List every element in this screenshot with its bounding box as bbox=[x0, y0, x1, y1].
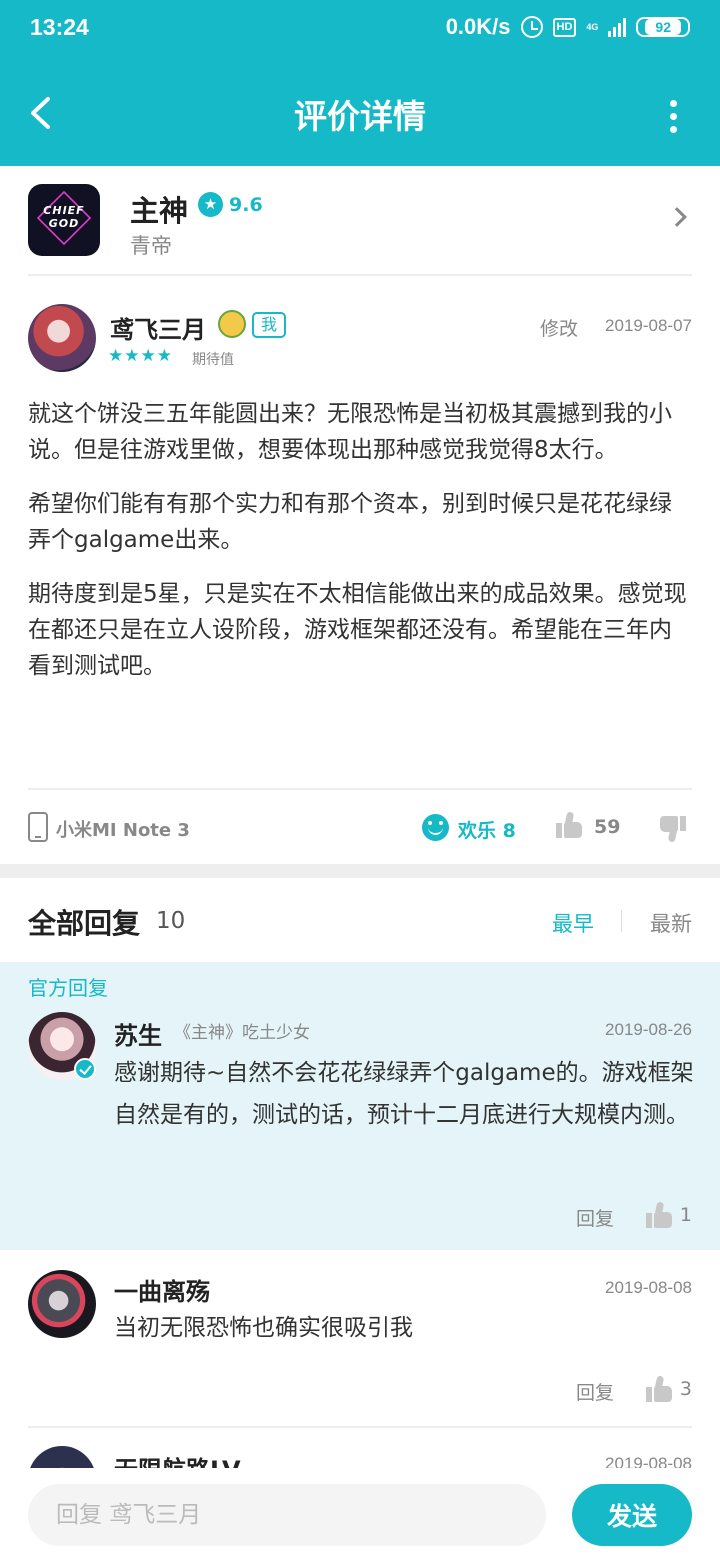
network-speed: 0.0K/s bbox=[445, 14, 511, 39]
reply-date: 2019-08-08 bbox=[605, 1278, 692, 1297]
replies-count: 10 bbox=[156, 908, 186, 934]
reply-button[interactable]: 回复 bbox=[576, 1204, 614, 1231]
signal-icon bbox=[608, 17, 627, 37]
game-logo: CHIEF GOD bbox=[28, 184, 100, 256]
section-divider bbox=[0, 864, 720, 878]
device-name: 小米MI Note 3 bbox=[56, 820, 190, 841]
official-reply: 官方回复 苏生 《主神》吃土少女 2019-08-26 感谢期待~自然不会花花绿… bbox=[0, 962, 720, 1250]
reply-date: 2019-08-26 bbox=[605, 1020, 692, 1039]
replies-title: 全部回复 bbox=[28, 907, 141, 940]
edit-button[interactable]: 修改 bbox=[540, 314, 578, 341]
rating-value: 9.6 bbox=[229, 193, 263, 216]
me-tag: 我 bbox=[252, 312, 287, 338]
fun-smile-icon[interactable] bbox=[422, 814, 449, 841]
reply-text: 当初无限恐怖也确实很吸引我 bbox=[114, 1315, 413, 1341]
review-paragraph: 就这个饼没三五年能圆出来？无限恐怖是当初极其震撼到我的小说。但是往游戏里做，想要… bbox=[28, 401, 672, 463]
reply-author-role: 《主神》吃土少女 bbox=[174, 1023, 310, 1043]
review-body: 就这个饼没三五年能圆出来？无限恐怖是当初极其震撼到我的小说。但是往游戏里做，想要… bbox=[28, 396, 692, 702]
thumbs-down-icon[interactable] bbox=[660, 816, 686, 843]
app-header: 13:24 0.0K/s HD 4G 92 评价详情 bbox=[0, 0, 720, 166]
page-title: 评价详情 bbox=[294, 97, 426, 136]
avatar[interactable] bbox=[28, 1270, 96, 1338]
user-badge-icon bbox=[218, 310, 246, 338]
star-label: 期待值 bbox=[192, 352, 234, 368]
phone-icon bbox=[28, 812, 48, 842]
status-time: 13:24 bbox=[30, 14, 89, 40]
official-reply-label: 官方回复 bbox=[28, 976, 108, 1000]
star-rating: ★★★★ bbox=[108, 346, 173, 366]
reply-bar: 发送 bbox=[0, 1468, 720, 1560]
like-count: 59 bbox=[594, 816, 621, 838]
reply-input[interactable] bbox=[28, 1484, 546, 1546]
star-icon: ★ bbox=[198, 192, 223, 217]
chevron-right-icon bbox=[667, 207, 687, 227]
avatar[interactable] bbox=[28, 304, 96, 372]
fun-count[interactable]: 欢乐 8 bbox=[458, 816, 516, 843]
review-meta-bar: 小米MI Note 3 欢乐 8 59 bbox=[28, 788, 692, 864]
review-author[interactable]: 鸢飞三月 bbox=[110, 310, 206, 345]
review-paragraph: 希望你们能有有那个实力和有那个资本，别到时候只是花花绿绿弄个galgame出来。 bbox=[28, 491, 672, 553]
navigation-bar: 评价详情 bbox=[0, 60, 720, 166]
list-item: 一曲离殇 2019-08-08 当初无限恐怖也确实很吸引我 回复 3 bbox=[0, 1250, 720, 1428]
reply-author[interactable]: 一曲离殇 bbox=[114, 1272, 210, 1307]
game-info-row[interactable]: CHIEF GOD 主神 ★ 9.6 青帝 bbox=[28, 184, 692, 276]
sort-earliest-tab[interactable]: 最早 bbox=[552, 908, 594, 938]
avatar[interactable] bbox=[28, 1446, 96, 1470]
status-bar: 13:24 0.0K/s HD 4G 92 bbox=[0, 0, 720, 60]
battery-icon: 92 bbox=[636, 17, 690, 37]
sort-divider bbox=[621, 910, 622, 932]
battery-level: 92 bbox=[645, 19, 681, 35]
more-options-icon[interactable] bbox=[670, 100, 678, 139]
review-paragraph: 期待度到是5星，只是实在不太相信能做出来的成品效果。感觉现在都还只是在立人设阶段… bbox=[28, 581, 687, 679]
reply-like-count: 3 bbox=[679, 1378, 692, 1400]
reply-like-count: 1 bbox=[679, 1204, 692, 1226]
alarm-icon bbox=[520, 16, 543, 38]
reply-text: 感谢期待~自然不会花花绿绿弄个galgame的。游戏框架自然是有的，测试的话，预… bbox=[114, 1060, 694, 1128]
hd-icon: HD bbox=[552, 17, 577, 37]
verified-icon bbox=[74, 1058, 96, 1080]
replies-header: 全部回复 10 最早 最新 bbox=[28, 898, 692, 946]
list-item: 无限航路LV 2019-08-08 bbox=[0, 1428, 720, 1470]
sort-newest-tab[interactable]: 最新 bbox=[650, 908, 692, 938]
game-rating: ★ 9.6 bbox=[198, 192, 263, 217]
status-icons: 0.0K/s HD 4G 92 bbox=[446, 14, 690, 40]
game-developer: 青帝 bbox=[130, 234, 172, 258]
game-name: 主神 bbox=[130, 194, 189, 228]
send-button[interactable]: 发送 bbox=[572, 1484, 692, 1546]
thumbs-up-icon[interactable] bbox=[646, 1201, 672, 1228]
reply-button[interactable]: 回复 bbox=[576, 1378, 614, 1405]
reply-author[interactable]: 苏生 bbox=[114, 1016, 162, 1051]
thumbs-up-icon[interactable] bbox=[646, 1375, 672, 1402]
review-date: 2019-08-07 bbox=[605, 316, 692, 335]
thumbs-up-icon[interactable] bbox=[556, 811, 582, 838]
reply-author[interactable]: 无限航路LV bbox=[114, 1450, 241, 1470]
network-type: 4G bbox=[586, 21, 599, 32]
